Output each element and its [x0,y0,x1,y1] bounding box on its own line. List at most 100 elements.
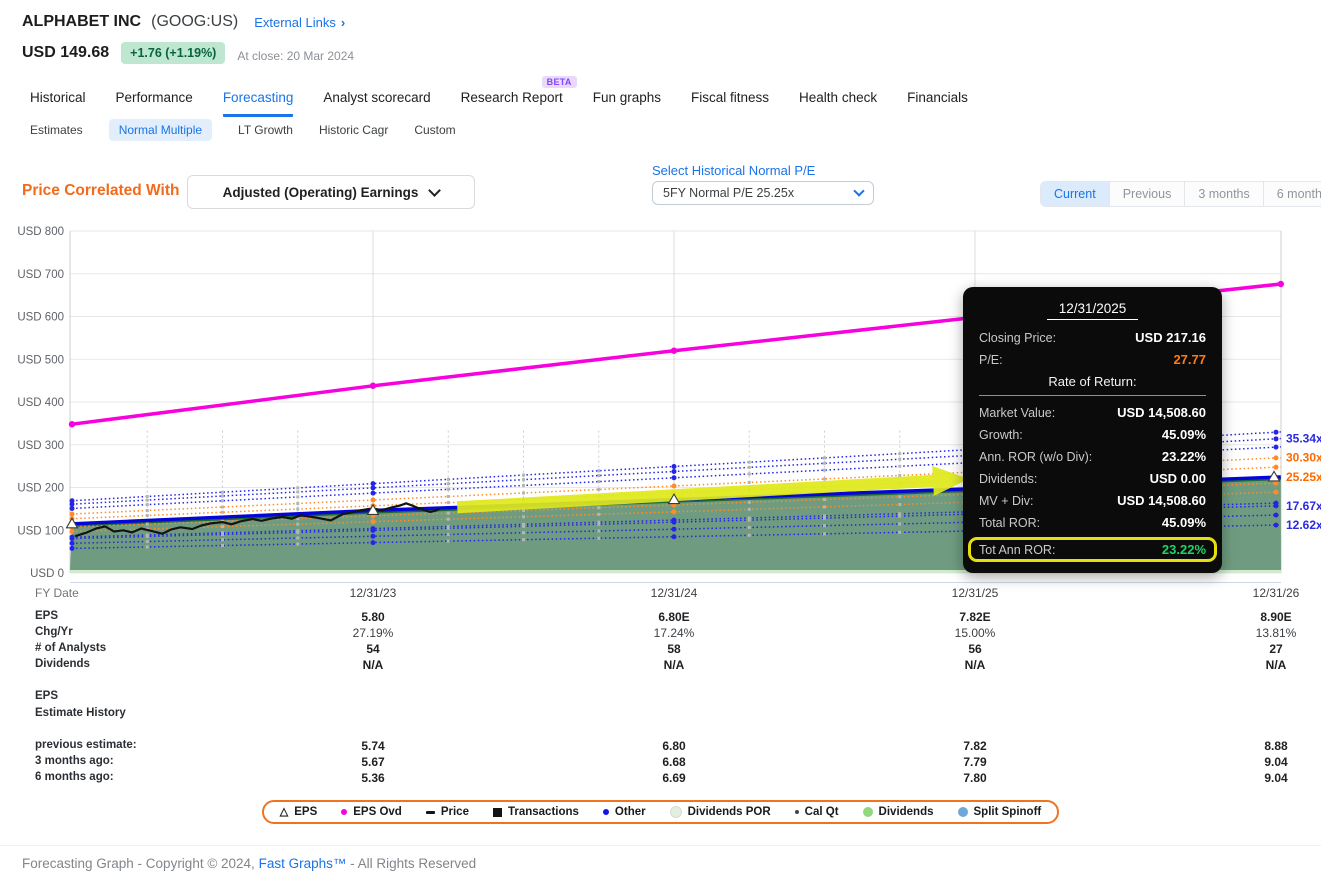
tooltip-row-value: 23.22% [1161,542,1206,557]
table-cell: N/A [362,658,384,672]
legend-item-eps: △ EPS [280,806,317,818]
tooltip-row-tot-ann-ror: Tot Ann ROR: 23.22% [968,537,1217,562]
subtab-historic-cagr[interactable]: Historic Cagr [319,119,388,141]
table-cell: 12/31/24 [650,586,698,600]
table-cell: 27 [1269,642,1283,656]
table-cell: 7.80 [963,771,987,785]
legend-item-other: Other [602,806,646,818]
price-marker-icon [425,810,435,814]
y-tick-label: USD 0 [30,568,64,580]
legend-item-eps-ovd: EPS Ovd [341,806,402,818]
correlated-metric-dropdown[interactable]: Adjusted (Operating) Earnings [187,175,475,209]
legend-item-label: Dividends POR [687,806,771,818]
other-marker-icon [602,809,609,815]
tab-forecasting[interactable]: Forecasting [222,90,294,117]
table-row-label-fy-date: FY Date [35,586,79,600]
table-row-label-of-analysts: # of Analysts [35,642,107,654]
tooltip-row-value: USD 14,508.60 [1117,493,1206,508]
y-tick-label: USD 700 [17,269,64,281]
tab-historical[interactable]: Historical [30,90,86,117]
fastgraphs-forecasting-page: ALPHABET INC (GOOG:US) External Links › … [0,0,1321,881]
table-row-label-3-months-ago: 3 months ago: [35,755,114,767]
legend-item-price: Price [425,806,469,818]
table-cell: 9.04 [1264,755,1288,769]
header: ALPHABET INC (GOOG:US) External Links › [22,13,345,31]
pe-multiple-label: 12.62x [1286,518,1321,532]
pe-multiple-label: 17.67x [1286,499,1321,513]
price-row: USD 149.68 +1.76 (+1.19%) At close: 20 M… [22,42,354,64]
company-name: ALPHABET INC [22,13,142,30]
tab-research-report[interactable]: Research Report BETA [461,76,577,117]
tab-performance[interactable]: Performance [116,90,193,117]
price-correlated-label: Price Correlated With [22,182,180,199]
y-tick-label: USD 200 [17,483,64,495]
tab-health-check[interactable]: Health check [799,90,877,117]
y-tick-label: USD 500 [17,354,64,366]
pe-multiple-label: 30.30x [1286,451,1321,465]
chevron-right-icon: › [340,14,346,30]
legend-item-label: EPS Ovd [353,806,402,818]
beta-badge: BETA [541,76,577,88]
y-tick-label: USD 300 [17,440,64,452]
estimate-history-title-2: Estimate History [35,707,126,719]
legend-item-transactions: Transactions [492,806,579,818]
tab-fun-graphs[interactable]: Fun graphs [593,90,661,117]
tooltip-row-ann-ror-w-o-div: Ann. ROR (w/o Div): 23.22% [979,449,1206,464]
subtab-custom[interactable]: Custom [414,119,455,141]
table-cell: 17.24% [653,626,695,640]
external-links-link[interactable]: External Links › [254,15,345,30]
y-tick-label: USD 400 [17,397,64,409]
tooltip-row-total-ror: Total ROR: 45.09% [979,515,1206,530]
external-links-label: External Links [254,14,336,30]
eps-marker-icon: △ [279,805,289,818]
tooltip-row-label: MV + Div: [979,493,1034,508]
subtab-lt-growth[interactable]: LT Growth [238,119,293,141]
legend-item-dividends-por: Dividends POR [669,806,771,818]
fast-graphs-link[interactable]: Fast Graphs™ [259,856,347,871]
tooltip-row-label: Tot Ann ROR: [979,542,1056,557]
subtab-estimates[interactable]: Estimates [30,119,83,141]
table-cell: 5.36 [361,771,385,785]
tab-analyst-scorecard[interactable]: Analyst scorecard [323,90,430,117]
subtab-normal-multiple[interactable]: Normal Multiple [108,119,213,141]
table-row-label-eps: EPS [35,610,59,622]
normal-pe-value: 5FY Normal P/E 25.25x [663,186,795,200]
period-button-3-months[interactable]: 3 months [1184,182,1262,206]
table-cell: 5.74 [361,739,385,753]
tooltip-top-rows: Closing Price: USD 217.16 P/E: 27.77 [979,330,1206,367]
tab-fiscal-fitness[interactable]: Fiscal fitness [691,90,769,117]
table-cell: N/A [663,658,685,672]
period-button-current[interactable]: Current [1041,182,1109,206]
tooltip-row-label: P/E: [979,352,1003,367]
tooltip-row-value: 45.09% [1161,427,1206,442]
legend-item-label: Price [440,806,469,818]
current-price: USD 149.68 [22,44,110,61]
dividends-marker-icon [862,807,873,817]
tooltip-row-label: Closing Price: [979,330,1057,345]
tab-financials[interactable]: Financials [907,90,968,117]
table-cell: 6.69 [662,771,686,785]
tooltip-row-p-e: P/E: 27.77 [979,352,1206,367]
table-cell: N/A [964,658,986,672]
legend-wrap: △ EPS EPS Ovd Price Transactions Other Dividen… [0,800,1321,824]
normal-pe-select[interactable]: 5FY Normal P/E 25.25x [652,181,874,205]
tooltip-row-value: 27.77 [1173,352,1206,367]
chart-tooltip: 12/31/2025 Closing Price: USD 217.16 P/E: 2… [963,287,1222,573]
price-change-badge: +1.76 (+1.19%) [121,42,226,64]
period-button-6-months[interactable]: 6 months [1262,182,1321,206]
tooltip-rows: Market Value: USD 14,508.60 Growth: 45.09% A… [968,405,1217,562]
legend-item-dividends: Dividends [862,806,934,818]
legend-item-cal-qt: Cal Qt [794,806,839,818]
tooltip-row-value: 45.09% [1161,515,1206,530]
period-button-previous[interactable]: Previous [1108,182,1185,206]
tooltip-row-growth: Growth: 45.09% [979,427,1206,442]
ticker-symbol: (GOOG:US) [151,13,239,30]
pe-multiple-label: 25.25x [1286,470,1321,484]
chart-legend: △ EPS EPS Ovd Price Transactions Other Dividen… [261,800,1060,824]
table-cell: 6.80 [662,739,686,753]
tooltip-row-value: USD 14,508.60 [1117,405,1206,420]
table-row-label-previous-estimate: previous estimate: [35,739,137,751]
y-tick-label: USD 100 [17,525,64,537]
tooltip-row-label: Ann. ROR (w/o Div): [979,449,1093,464]
legend-item-split-spinoff: Split Spinoff [957,806,1041,818]
